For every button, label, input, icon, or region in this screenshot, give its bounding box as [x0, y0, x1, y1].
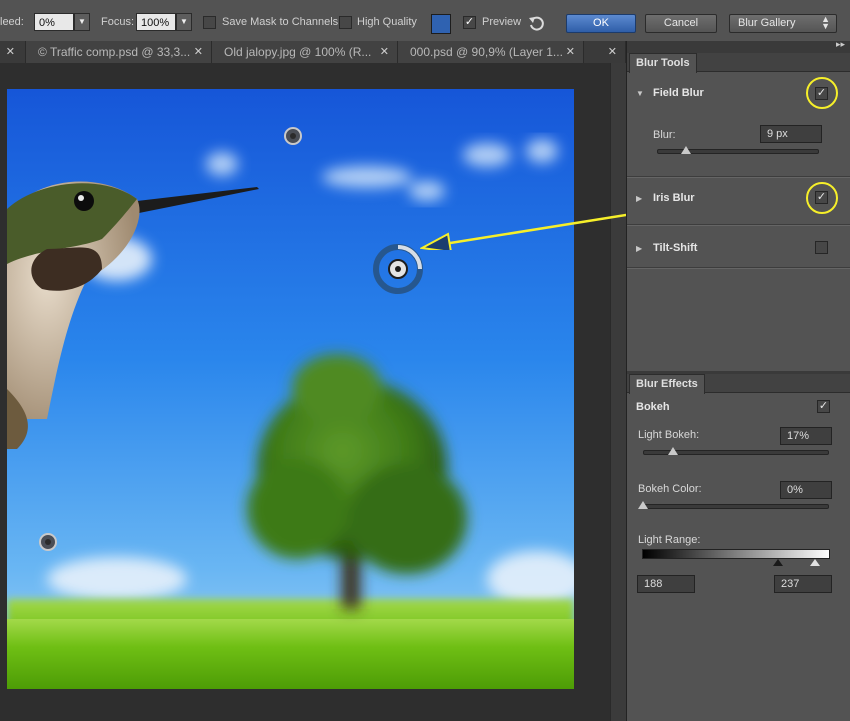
close-icon[interactable]: ✕: [566, 41, 575, 63]
focus-color-swatch[interactable]: [431, 14, 451, 34]
blur-tools-titlebar: Blur Tools: [627, 53, 850, 73]
reset-undo-icon[interactable]: [527, 13, 547, 33]
light-range-high-input[interactable]: 237: [774, 575, 832, 593]
workspace-dropdown[interactable]: Blur Gallery ▲ ▼: [729, 14, 837, 33]
close-icon[interactable]: ✕: [380, 41, 389, 63]
bokeh-color-slider-thumb[interactable]: [638, 501, 648, 509]
light-range-label: Light Range:: [638, 534, 701, 546]
blur-pin-bottom[interactable]: [39, 533, 57, 551]
close-icon[interactable]: ✕: [194, 41, 203, 63]
expand-triangle-down-icon[interactable]: ▼: [636, 89, 644, 98]
close-icon[interactable]: ✕: [608, 41, 617, 63]
field-blur-label: Field Blur: [653, 87, 704, 99]
tab-overflow[interactable]: ✕: [584, 41, 626, 63]
divider: [627, 176, 850, 178]
tab-old-jalopy[interactable]: Old jalopy.jpg @ 100% (R... ✕: [212, 41, 398, 63]
blur-tools-tab[interactable]: Blur Tools: [629, 53, 697, 73]
blur-amount-input[interactable]: 9 px: [760, 125, 822, 143]
tab-label: © Traffic comp.psd @ 33,3...: [38, 45, 191, 59]
tab-partial[interactable]: ✕: [0, 41, 26, 63]
panel-header-strip: ▸▸: [627, 39, 850, 53]
expand-triangle-right-icon[interactable]: ▶: [636, 194, 642, 203]
tab-label: Old jalopy.jpg @ 100% (R...: [224, 45, 372, 59]
bokeh-label: Bokeh: [636, 401, 670, 413]
highlight-circle: [806, 182, 838, 214]
light-bokeh-input[interactable]: 17%: [780, 427, 832, 445]
iris-blur-label: Iris Blur: [653, 192, 695, 204]
workspace-label: Blur Gallery: [738, 17, 796, 29]
save-mask-checkbox[interactable]: [203, 16, 216, 29]
tab-label: 000.psd @ 90,9% (Layer 1...: [410, 45, 563, 59]
divider: [627, 267, 850, 269]
high-quality-label: High Quality: [357, 16, 417, 28]
vertical-scrollbar[interactable]: [610, 63, 627, 721]
ok-button[interactable]: OK: [566, 14, 636, 33]
bleed-input[interactable]: 0%: [34, 13, 74, 31]
focus-dropdown-arrow-icon[interactable]: ▼: [176, 13, 192, 31]
save-mask-label: Save Mask to Channels: [222, 16, 339, 28]
tilt-shift-label: Tilt-Shift: [653, 242, 698, 254]
options-bar: leed: 0% ▼ Focus: 100% ▼ Save Mask to Ch…: [0, 0, 850, 45]
bokeh-color-slider-track[interactable]: [643, 504, 829, 509]
blur-pin-top[interactable]: [284, 127, 302, 145]
photo-canvas[interactable]: [7, 89, 574, 689]
light-range-low-input[interactable]: 188: [637, 575, 695, 593]
blur-amount-label: Blur:: [653, 129, 676, 141]
expand-triangle-right-icon[interactable]: ▶: [636, 244, 642, 253]
cancel-button[interactable]: Cancel: [645, 14, 717, 33]
document-tab-row: ✕ © Traffic comp.psd @ 33,3... ✕ Old jal…: [0, 41, 626, 64]
light-range-low-thumb[interactable]: [773, 559, 783, 566]
collapse-panel-icon[interactable]: ▸▸: [836, 39, 845, 50]
blur-effects-tab[interactable]: Blur Effects: [629, 374, 705, 394]
tilt-shift-checkbox[interactable]: [815, 241, 828, 254]
preview-checkbox[interactable]: ✓: [463, 16, 476, 29]
preview-label: Preview: [482, 16, 522, 28]
highlight-circle: [806, 77, 838, 109]
updown-arrows-icon: ▲ ▼: [821, 14, 830, 31]
light-bokeh-slider-thumb[interactable]: [668, 447, 678, 455]
tab-traffic-comp[interactable]: © Traffic comp.psd @ 33,3... ✕: [26, 41, 212, 63]
blur-slider-thumb[interactable]: [681, 146, 691, 154]
focus-input[interactable]: 100%: [136, 13, 176, 31]
tab-000-psd[interactable]: 000.psd @ 90,9% (Layer 1... ✕: [398, 41, 584, 63]
bokeh-checkbox[interactable]: ✓: [817, 400, 830, 413]
divider: [627, 224, 850, 226]
close-icon[interactable]: ✕: [6, 41, 15, 63]
bokeh-color-label: Bokeh Color:: [638, 483, 702, 495]
focus-label: Focus:: [101, 16, 135, 28]
bokeh-color-input[interactable]: 0%: [780, 481, 832, 499]
blur-effects-titlebar: Blur Effects: [627, 374, 850, 394]
bleed-label: leed:: [0, 16, 24, 28]
bleed-dropdown-arrow-icon[interactable]: ▼: [74, 13, 90, 31]
light-bokeh-label: Light Bokeh:: [638, 429, 700, 441]
light-range-gradient[interactable]: [642, 549, 830, 559]
high-quality-checkbox[interactable]: [339, 16, 352, 29]
hummingbird-tree-image: [7, 89, 574, 689]
light-range-high-thumb[interactable]: [810, 559, 820, 566]
blur-panel: ▸▸ Blur Tools ▼ Field Blur ✓ Blur: 9 px …: [626, 39, 850, 721]
